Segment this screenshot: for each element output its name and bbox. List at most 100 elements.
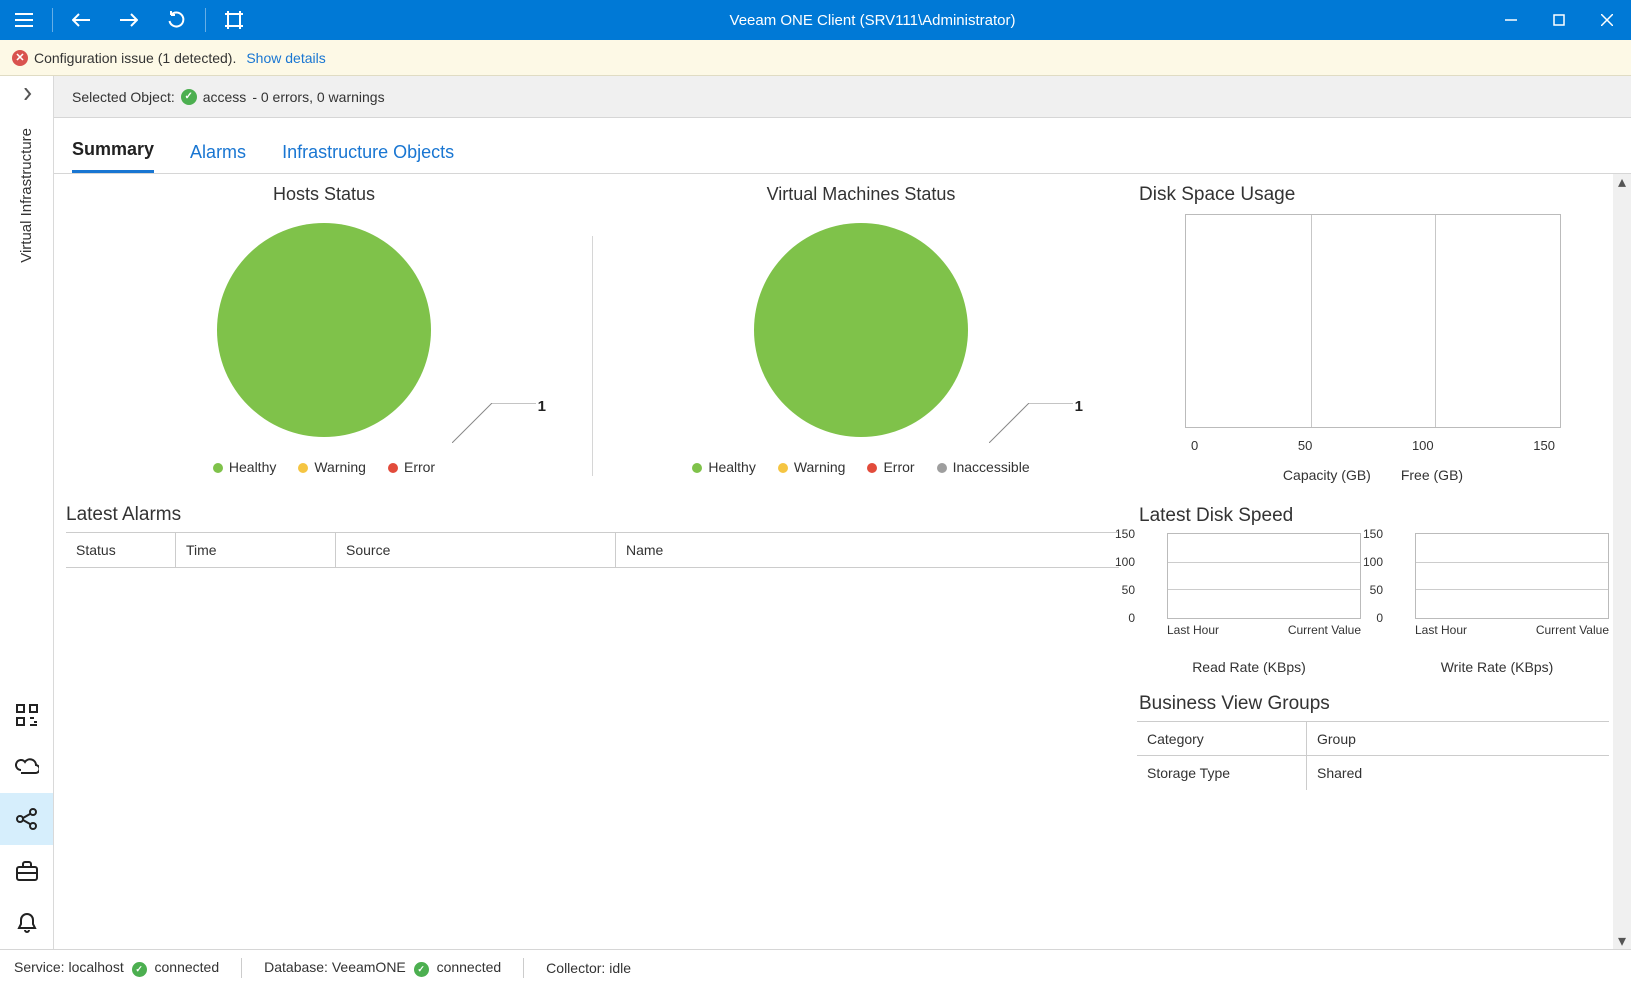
read-rate-legend: Read Rate (KBps) [1137,659,1361,675]
fullscreen-icon [225,11,243,29]
titlebar: Veeam ONE Client (SRV111\Administrator) [0,0,1631,40]
legend-item: Inaccessible [937,459,1030,475]
vms-status-panel: Virtual Machines Status 1 Healthy Warnin… [593,184,1129,476]
pie-callout-line [989,403,1073,443]
minimize-button[interactable] [1487,0,1535,40]
legend-item: Free (GB) [1401,467,1463,483]
cell-category: Storage Type [1137,756,1307,790]
refresh-icon [168,11,186,29]
legend-item: Capacity (GB) [1283,467,1371,483]
tab-infrastructure-objects[interactable]: Infrastructure Objects [282,134,454,173]
statusbar-separator [241,958,242,978]
disk-usage-chart [1185,214,1561,428]
bell-icon [17,912,37,934]
body: Hosts Status 1 Healthy Warning Error [54,174,1613,949]
hosts-status-panel: Hosts Status 1 Healthy Warning Error [56,184,592,476]
pies-row: Hosts Status 1 Healthy Warning Error [56,184,1129,476]
arrow-left-icon [72,13,90,27]
config-issue-bar: ✕ Configuration issue (1 detected). Show… [0,40,1631,76]
statusbar: Service: localhost ✓ connected Database:… [0,949,1631,985]
chevron-right-icon [22,88,32,100]
ok-icon: ✓ [132,962,147,977]
read-rate-chart [1167,533,1361,619]
rail-icon-qr[interactable] [0,689,53,741]
write-rate-panel: 150 100 50 0 Last Hour [1385,533,1609,675]
rail-label: Virtual Infrastructure [18,112,35,689]
close-button[interactable] [1583,0,1631,40]
col-name[interactable]: Name [616,533,1119,567]
tab-alarms[interactable]: Alarms [190,134,246,173]
left-column: Hosts Status 1 Healthy Warning Error [56,184,1129,939]
disk-usage-legend: Capacity (GB) Free (GB) [1137,467,1609,483]
expand-rail-button[interactable] [0,76,53,112]
main-area: Virtual Infrastructure Selected Object: … [0,76,1631,949]
selected-label: Selected Object: [72,89,175,105]
write-rate-chart [1415,533,1609,619]
scroll-up-icon[interactable]: ▴ [1613,174,1631,190]
alarms-header: Status Time Source Name [66,533,1119,567]
toolbar-separator [205,8,206,32]
selected-object-strip: Selected Object: ✓ access - 0 errors, 0 … [54,76,1631,118]
hamburger-icon [15,13,33,27]
bvg-title: Business View Groups [1139,693,1609,715]
window-title: Veeam ONE Client (SRV111\Administrator) [258,12,1487,29]
selected-status: - 0 errors, 0 warnings [252,89,384,105]
legend-item: Warning [778,459,846,475]
read-rate-xlabels: Last Hour Current Value [1167,619,1361,637]
legend-item: Healthy [692,459,755,475]
rail-icon-cloud[interactable] [0,741,53,793]
rail-label-text: Virtual Infrastructure [18,128,35,263]
read-rate-panel: 150 100 50 0 Last Hour [1137,533,1361,675]
col-time[interactable]: Time [176,533,336,567]
content-pane: Selected Object: ✓ access - 0 errors, 0 … [54,76,1631,949]
close-icon [1601,14,1613,26]
legend-item: Warning [298,459,366,475]
selected-name: access [203,89,247,105]
legend-item: Error [867,459,914,475]
hamburger-button[interactable] [0,0,48,40]
disk-speed-title: Latest Disk Speed [1139,505,1609,527]
rail-icon-share[interactable] [0,793,53,845]
col-source[interactable]: Source [336,533,616,567]
col-status[interactable]: Status [66,533,176,567]
qr-icon [16,704,38,726]
vertical-scrollbar[interactable]: ▴ ▾ [1613,174,1631,949]
hosts-status-title: Hosts Status [68,184,580,205]
col-group[interactable]: Group [1307,731,1609,747]
database-group: Database: VeeamONE ✓ connected [264,959,501,977]
col-category[interactable]: Category [1137,722,1307,755]
back-button[interactable] [57,0,105,40]
arrow-right-icon [120,13,138,27]
tab-summary[interactable]: Summary [72,131,154,173]
legend-item: Healthy [213,459,276,475]
scroll-down-icon[interactable]: ▾ [1613,933,1631,949]
share-icon [16,808,38,830]
write-rate-legend: Write Rate (KBps) [1385,659,1609,675]
vms-status-title: Virtual Machines Status [605,184,1117,205]
bvg-table: Category Group Storage Type Shared [1137,721,1609,790]
refresh-button[interactable] [153,0,201,40]
rail-icon-bell[interactable] [0,897,53,949]
left-rail: Virtual Infrastructure [0,76,54,949]
right-column: Disk Space Usage 0 50 100 150 [1129,184,1609,939]
hosts-pie-count: 1 [538,398,546,415]
table-row[interactable]: Storage Type Shared [1137,756,1609,790]
rail-icon-briefcase[interactable] [0,845,53,897]
ok-icon: ✓ [414,962,429,977]
toolbar-separator [52,8,53,32]
write-rate-xlabels: Last Hour Current Value [1415,619,1609,637]
alarms-table: Status Time Source Name [66,532,1119,568]
service-group: Service: localhost ✓ connected [14,959,219,977]
maximize-icon [1553,14,1565,26]
show-details-link[interactable]: Show details [246,50,325,66]
forward-button[interactable] [105,0,153,40]
fullscreen-button[interactable] [210,0,258,40]
hosts-pie-chart [217,223,431,437]
vms-pie-chart [754,223,968,437]
cell-group: Shared [1307,765,1609,781]
maximize-button[interactable] [1535,0,1583,40]
disk-speed-row: 150 100 50 0 Last Hour [1137,533,1609,675]
collector-group: Collector: idle [546,960,631,976]
bvg-header: Category Group [1137,722,1609,756]
cloud-db-icon [15,757,39,777]
